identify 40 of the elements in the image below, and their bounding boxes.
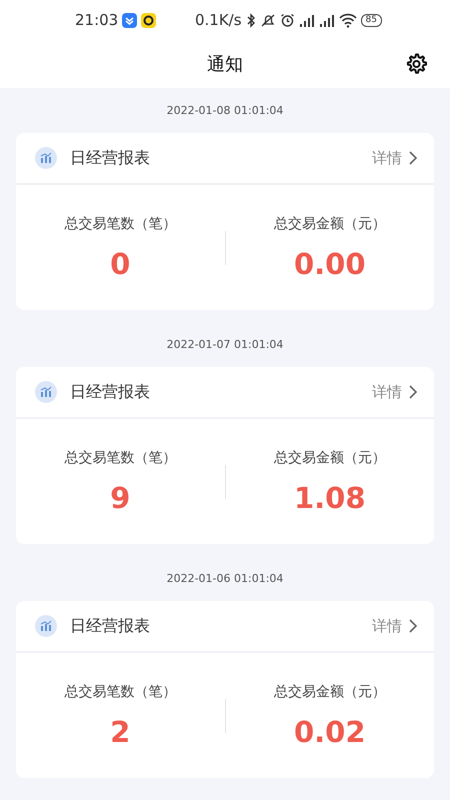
details-link[interactable]: 详情 xyxy=(372,616,418,636)
details-link[interactable]: 详情 xyxy=(372,382,418,402)
status-time: 21:03 xyxy=(75,11,118,29)
battery-indicator: 85 xyxy=(360,14,382,26)
stat-value: 2 xyxy=(110,714,130,748)
stat-label: 总交易笔数（笔） xyxy=(64,448,176,466)
stat-label: 总交易金额（元） xyxy=(274,448,386,466)
notification-date: 2022-01-07 01:01:04 xyxy=(166,337,284,353)
notification-date: 2022-01-08 01:01:04 xyxy=(166,103,284,119)
alarm-icon xyxy=(280,12,295,28)
report-title: 日经营报表 xyxy=(70,616,151,636)
chart-icon xyxy=(35,147,57,169)
network-speed: 0.1K/s xyxy=(194,11,242,29)
chevron-right-icon xyxy=(408,150,418,166)
report-title: 日经营报表 xyxy=(70,382,151,402)
details-link[interactable]: 详情 xyxy=(372,148,418,168)
app-icon xyxy=(122,12,138,28)
notification-date: 2022-01-06 01:01:04 xyxy=(166,571,284,587)
signal-icon xyxy=(298,12,315,28)
bluetooth-icon xyxy=(246,12,256,28)
stat-value: 0.00 xyxy=(294,246,366,280)
stat-value: 0 xyxy=(110,246,130,280)
page-title: 通知 xyxy=(207,53,243,76)
stat-label: 总交易笔数（笔） xyxy=(64,214,176,232)
chart-icon xyxy=(35,615,57,637)
muted-bell-icon xyxy=(260,12,276,28)
chart-icon xyxy=(35,381,57,403)
stat-value: 1.08 xyxy=(294,480,366,514)
signal-icon xyxy=(318,12,335,28)
stat-label: 总交易笔数（笔） xyxy=(64,682,176,700)
chevron-right-icon xyxy=(408,384,418,400)
wifi-icon xyxy=(338,12,357,28)
stat-value: 0.02 xyxy=(294,714,366,748)
stat-value: 9 xyxy=(110,480,130,514)
stat-label: 总交易金额（元） xyxy=(274,682,386,700)
settings-icon[interactable] xyxy=(405,53,427,75)
stat-label: 总交易金额（元） xyxy=(274,214,386,232)
app-icon xyxy=(141,12,156,28)
report-title: 日经营报表 xyxy=(70,148,151,168)
chevron-right-icon xyxy=(408,618,418,634)
